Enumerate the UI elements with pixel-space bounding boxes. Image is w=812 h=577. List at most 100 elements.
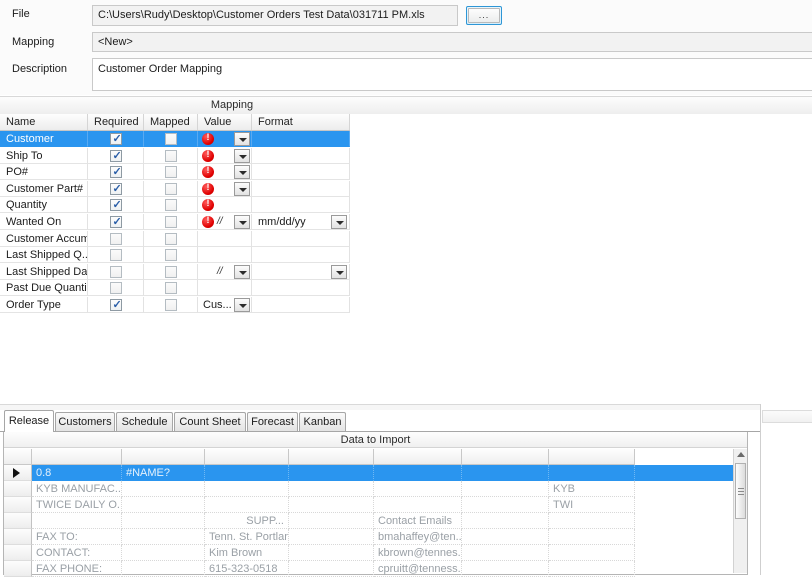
value-dropdown-button[interactable]	[234, 132, 250, 146]
mapping-col-header-mapped[interactable]: Mapped	[144, 114, 198, 130]
mapped-checkbox[interactable]	[164, 249, 177, 262]
mapped-checkbox-cell[interactable]	[144, 247, 198, 264]
mapping-row[interactable]: Wanted On ✓ // mm/dd/yy	[0, 214, 350, 230]
required-checkbox-cell[interactable]: ✓	[88, 164, 144, 181]
mapped-checkbox[interactable]	[164, 199, 177, 212]
value-cell[interactable]	[198, 164, 252, 181]
required-checkbox-cell[interactable]	[88, 280, 144, 297]
required-checkbox-cell[interactable]: ✓	[88, 131, 144, 147]
format-cell[interactable]	[252, 297, 350, 313]
row-header[interactable]	[4, 481, 32, 497]
value-dropdown-button[interactable]	[234, 148, 250, 163]
data-grid-cell[interactable]	[462, 481, 549, 497]
data-grid-cell[interactable]	[205, 481, 289, 497]
tab-kanban[interactable]: Kanban	[299, 412, 346, 431]
format-cell[interactable]	[252, 263, 350, 280]
data-grid-cell[interactable]	[289, 545, 374, 561]
data-grid-cell[interactable]	[374, 465, 462, 481]
data-grid-vertical-scrollbar[interactable]	[733, 449, 747, 573]
data-col-header[interactable]	[205, 449, 289, 465]
mapped-checkbox-cell[interactable]	[144, 147, 198, 164]
data-grid-cell[interactable]	[289, 481, 374, 497]
format-dropdown-button[interactable]	[331, 264, 347, 279]
mapped-checkbox[interactable]	[164, 149, 177, 162]
mapping-row[interactable]: Last Shipped Da... //	[0, 263, 350, 280]
data-grid-cell[interactable]	[374, 497, 462, 513]
data-grid-cell[interactable]	[205, 497, 289, 513]
data-grid-cell[interactable]	[462, 513, 549, 529]
required-checkbox[interactable]: ✓	[109, 182, 122, 195]
row-header[interactable]	[4, 513, 32, 529]
data-grid-cell[interactable]	[462, 497, 549, 513]
row-header[interactable]	[4, 465, 32, 481]
data-grid-cell[interactable]: FAX TO:	[32, 529, 122, 545]
mapping-row[interactable]: Last Shipped Q...	[0, 247, 350, 264]
mapping-row[interactable]: Customer Accum	[0, 230, 350, 247]
scroll-up-arrow-icon[interactable]	[737, 452, 745, 457]
mapped-checkbox[interactable]	[164, 216, 177, 228]
data-grid-cell[interactable]	[32, 513, 122, 529]
scrollbar-thumb[interactable]	[735, 463, 746, 519]
required-checkbox-cell[interactable]: ✓	[88, 197, 144, 214]
mapped-checkbox-cell[interactable]	[144, 164, 198, 181]
required-checkbox-cell[interactable]	[88, 230, 144, 247]
data-grid-cell[interactable]	[289, 497, 374, 513]
required-checkbox[interactable]: ✓	[109, 199, 122, 212]
format-dropdown-button[interactable]	[331, 215, 347, 229]
mapping-row[interactable]: Order Type ✓ Cus...	[0, 297, 350, 313]
tab-customers[interactable]: Customers	[55, 412, 115, 431]
data-grid-cell[interactable]: KYB	[549, 481, 635, 497]
mapping-col-header-format[interactable]: Format	[252, 114, 350, 130]
mapped-checkbox[interactable]	[164, 299, 177, 311]
tab-forecast[interactable]: Forecast	[247, 412, 298, 431]
data-grid-cell[interactable]: CONTACT:	[32, 545, 122, 561]
data-grid-cell[interactable]	[549, 529, 635, 545]
required-checkbox[interactable]: ✓	[109, 216, 122, 228]
description-input[interactable]: Customer Order Mapping	[92, 58, 812, 91]
value-dropdown-button[interactable]	[234, 165, 250, 180]
data-grid-cell[interactable]	[122, 481, 205, 497]
data-grid-row[interactable]: SUPP... Contact Emails	[4, 513, 733, 529]
required-checkbox[interactable]: ✓	[109, 149, 122, 162]
format-cell[interactable]	[252, 131, 350, 147]
data-grid-cell[interactable]	[549, 513, 635, 529]
value-cell[interactable]: Cus...	[198, 297, 252, 313]
required-checkbox[interactable]	[109, 249, 122, 262]
format-cell[interactable]	[252, 147, 350, 164]
data-grid-cell[interactable]: #NAME?	[122, 465, 205, 481]
data-grid-row[interactable]: 0.8 #NAME?	[4, 465, 733, 481]
data-col-header[interactable]	[289, 449, 374, 465]
value-dropdown-button[interactable]	[234, 215, 250, 229]
mapped-checkbox[interactable]	[164, 265, 177, 278]
value-cell[interactable]: //	[198, 263, 252, 280]
value-cell[interactable]	[198, 147, 252, 164]
format-cell[interactable]	[252, 280, 350, 297]
browse-file-button[interactable]: ...	[466, 6, 502, 25]
mapped-checkbox-cell[interactable]	[144, 297, 198, 313]
format-cell[interactable]	[252, 247, 350, 264]
value-cell[interactable]	[198, 280, 252, 297]
required-checkbox-cell[interactable]: ✓	[88, 297, 144, 313]
format-cell[interactable]	[252, 230, 350, 247]
mapping-col-header-name[interactable]: Name	[0, 114, 88, 130]
data-grid-cell[interactable]	[462, 529, 549, 545]
required-checkbox[interactable]	[109, 265, 122, 278]
mapping-row[interactable]: Past Due Quanti...	[0, 280, 350, 297]
value-cell[interactable]	[198, 197, 252, 214]
value-cell[interactable]: //	[198, 214, 252, 230]
format-cell[interactable]: mm/dd/yy	[252, 214, 350, 230]
required-checkbox-cell[interactable]: ✓	[88, 214, 144, 230]
required-checkbox[interactable]	[109, 282, 122, 295]
data-grid-cell[interactable]	[289, 513, 374, 529]
mapping-row[interactable]: Customer ✓	[0, 131, 350, 147]
data-grid-cell[interactable]	[205, 465, 289, 481]
mapping-row[interactable]: Ship To ✓	[0, 147, 350, 164]
row-header[interactable]	[4, 529, 32, 545]
row-header[interactable]	[4, 497, 32, 513]
mapped-checkbox-cell[interactable]	[144, 263, 198, 280]
data-grid-cell[interactable]: TWICE DAILY O...	[32, 497, 122, 513]
mapped-checkbox-cell[interactable]	[144, 180, 198, 197]
value-cell[interactable]	[198, 247, 252, 264]
data-grid-cell[interactable]	[462, 545, 549, 561]
required-checkbox[interactable]: ✓	[109, 133, 122, 145]
